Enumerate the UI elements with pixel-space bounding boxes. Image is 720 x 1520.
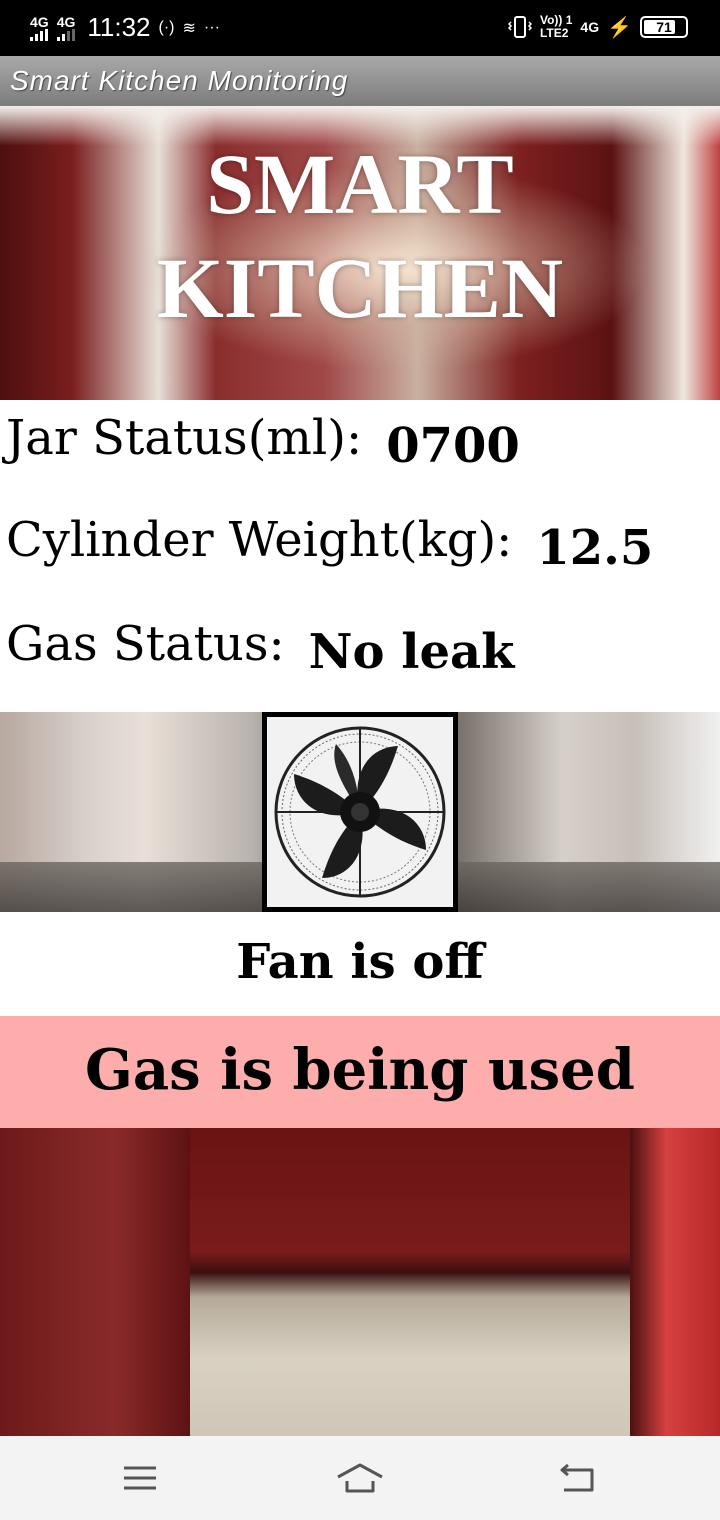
app-bar: Smart Kitchen Monitoring [0,56,720,106]
gas-usage-banner: Gas is being used [0,1016,720,1128]
sim2-signal-icon: 4G [56,13,76,41]
navigation-bar [0,1436,720,1520]
jar-status-row: Jar Status(ml): 0700 [6,410,520,474]
battery-icon: 71 [640,16,688,38]
battery-level: 71 [656,19,672,35]
back-icon [560,1463,594,1492]
gas-status-value: No leak [308,624,515,680]
fan-state-text: Fan is off [0,912,720,1016]
cylinder-weight-row: Cylinder Weight(kg): 12.5 [6,512,653,576]
menu-icon [124,1466,156,1490]
sim1-signal-icon: 4G [30,15,49,41]
fan-background [0,712,720,912]
home-button[interactable] [330,1458,390,1498]
vibrate-icon [507,16,532,38]
cylinder-weight-value: 12.5 [536,520,654,576]
sim2-label: 4G [56,13,76,30]
hero-title-line1: SMART [206,136,514,232]
sim1-label: 4G [30,13,49,30]
fan-icon [274,726,446,898]
hero-title: SMART KITCHEN [0,132,720,340]
more-notifications-icon: ··· [203,18,220,36]
home-icon [337,1463,383,1493]
status-bar: 4G 4G 11:32 (·) ≋ ··· Vo)) 1 LTE2 4G ⚡ 7… [0,0,720,56]
jar-status-label: Jar Status(ml): [6,410,363,466]
data-saver-icon: ≋ [182,19,196,37]
volte-bottom: LTE2 [539,26,569,40]
hotspot-icon: (·) [158,18,175,36]
network-type: 4G [580,19,600,35]
status-bar-left: 4G 4G 11:32 (·) ≋ ··· [30,12,220,43]
hero-banner: SMART KITCHEN [0,106,720,400]
charging-icon: ⚡ [607,16,632,39]
back-button[interactable] [548,1458,608,1498]
app-title: Smart Kitchen Monitoring [10,65,349,96]
fan-button[interactable] [262,712,458,912]
cylinder-weight-label: Cylinder Weight(kg): [6,512,513,568]
kitchen-background-image [0,1128,720,1436]
gas-status-label: Gas Status: [6,616,285,672]
clock: 11:32 [87,12,151,42]
hero-title-line2: KITCHEN [156,240,564,336]
status-bar-right: Vo)) 1 LTE2 4G ⚡ 71 [507,14,688,40]
volte-indicator: Vo)) 1 LTE2 [540,14,572,40]
jar-status-value: 0700 [386,418,520,474]
menu-button[interactable] [110,1458,170,1498]
gas-status-row: Gas Status: No leak [6,616,514,680]
